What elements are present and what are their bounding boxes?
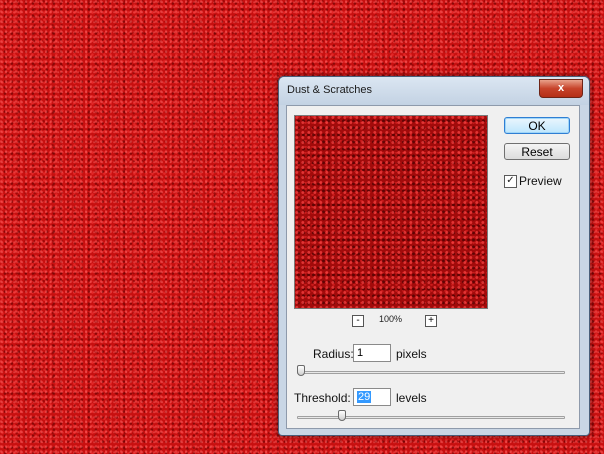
radius-slider-thumb[interactable] [297, 365, 305, 376]
radius-label: Radius: [313, 347, 354, 361]
zoom-out-button[interactable]: - [352, 315, 364, 327]
threshold-value: 29 [357, 391, 372, 403]
reset-button[interactable]: Reset [504, 143, 570, 160]
dust-scratches-dialog: Dust & Scratches x - 100% + OK Reset ✓ P… [278, 76, 590, 436]
close-button[interactable]: x [539, 79, 583, 98]
radius-input[interactable]: 1 [353, 344, 391, 362]
radius-value: 1 [357, 347, 364, 359]
threshold-input[interactable]: 29 [353, 388, 391, 406]
zoom-in-button[interactable]: + [425, 315, 437, 327]
preview-checkbox[interactable]: ✓ [504, 175, 517, 188]
dialog-content: - 100% + OK Reset ✓ Preview Radius: 1 pi… [286, 105, 580, 429]
threshold-label: Threshold: [294, 391, 351, 405]
filter-preview-image[interactable] [294, 115, 488, 309]
zoom-level: 100% [379, 314, 403, 324]
radius-unit: pixels [396, 347, 427, 361]
threshold-slider-thumb[interactable] [338, 410, 346, 421]
zoom-in-icon: + [428, 315, 434, 326]
radius-slider-track[interactable] [297, 371, 565, 374]
dialog-title: Dust & Scratches [287, 84, 372, 96]
threshold-unit: levels [396, 391, 427, 405]
checkbox-checked-icon: ✓ [506, 175, 515, 186]
close-icon: x [557, 82, 565, 94]
zoom-out-icon: - [356, 315, 360, 326]
ok-button[interactable]: OK [504, 117, 570, 134]
title-bar[interactable]: Dust & Scratches x [279, 77, 589, 105]
preview-label: Preview [519, 174, 562, 188]
